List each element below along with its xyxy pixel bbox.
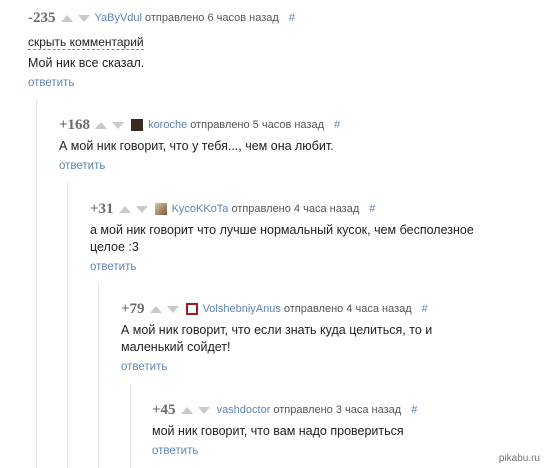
upvote-icon[interactable] — [149, 305, 162, 313]
upvote-icon[interactable] — [180, 406, 193, 414]
comment-score: -235 — [28, 9, 56, 26]
reply-link[interactable]: ответить — [59, 160, 539, 172]
permalink[interactable]: # — [334, 119, 340, 131]
comment-text: А мой ник говорит, что если знать куда ц… — [121, 323, 433, 354]
comment-text: А мой ник говорит, что у тебя..., чем он… — [59, 139, 334, 153]
comment: -235 YaByVdul отправлено 6 часов назад #… — [28, 9, 538, 89]
comment-header: +45 vashdoctor отправлено 3 часа назад # — [152, 401, 512, 419]
thread-line — [98, 283, 99, 468]
avatar-icon[interactable] — [185, 303, 198, 315]
upvote-icon[interactable] — [95, 121, 108, 129]
author-link[interactable]: vashdoctor — [217, 404, 271, 416]
comment: +45 vashdoctor отправлено 3 часа назад #… — [152, 401, 512, 458]
comment-score: +45 — [152, 401, 176, 418]
thread-line — [67, 183, 68, 468]
avatar-icon[interactable] — [154, 203, 167, 215]
downvote-icon[interactable] — [166, 305, 179, 313]
author-link[interactable]: koroche — [148, 119, 187, 131]
permalink[interactable]: # — [422, 303, 428, 315]
upvote-icon[interactable] — [118, 205, 131, 213]
comment: +168 koroche отправлено 5 часов назад # … — [59, 116, 539, 173]
upvote-icon[interactable] — [60, 14, 73, 22]
reply-link[interactable]: ответить — [90, 261, 490, 273]
hide-comment-link[interactable]: скрыть комментарий — [28, 35, 144, 50]
watermark: pikabu.ru — [498, 453, 540, 464]
downvote-icon[interactable] — [112, 121, 125, 129]
downvote-icon[interactable] — [77, 14, 90, 22]
comment-header: +168 koroche отправлено 5 часов назад # — [59, 116, 539, 134]
permalink[interactable]: # — [289, 12, 295, 24]
comment-time: отправлено 4 часа назад — [283, 303, 412, 315]
downvote-icon[interactable] — [135, 205, 148, 213]
comments-page: { "comments": [ {"score":"-235","author"… — [0, 0, 546, 468]
thread-line — [36, 100, 37, 468]
comment-header: -235 YaByVdul отправлено 6 часов назад # — [28, 9, 538, 27]
permalink[interactable]: # — [411, 404, 417, 416]
comment-time: отправлено 6 часов назад — [145, 12, 279, 24]
comment-score: +31 — [90, 200, 114, 217]
author-link[interactable]: VolshebniyAnus — [203, 303, 281, 315]
comment-time: отправлено 3 часа назад — [273, 404, 402, 416]
comment: +79 VolshebniyAnus отправлено 4 часа наз… — [121, 300, 481, 374]
comment-text: Мой ник все сказал. — [28, 56, 145, 70]
reply-link[interactable]: ответить — [152, 445, 512, 457]
reply-link[interactable]: ответить — [28, 77, 538, 89]
comment: +31 KycoKKoTa отправлено 4 часа назад # … — [90, 200, 490, 274]
comment-time: отправлено 5 часов назад — [190, 119, 324, 131]
downvote-icon[interactable] — [197, 406, 210, 414]
comment-text: мой ник говорит, что вам надо проверитьс… — [152, 424, 404, 438]
comment-time: отправлено 4 часа назад — [231, 203, 360, 215]
comment-score: +168 — [59, 116, 91, 133]
comment-score: +79 — [121, 300, 145, 317]
comment-text: а мой ник говорит что лучше нормальный к… — [90, 223, 474, 254]
comment-header: +31 KycoKKoTa отправлено 4 часа назад # — [90, 200, 490, 218]
permalink[interactable]: # — [369, 203, 375, 215]
author-link[interactable]: YaByVdul — [95, 12, 143, 24]
thread-line — [130, 384, 131, 468]
comment-header: +79 VolshebniyAnus отправлено 4 часа наз… — [121, 300, 481, 318]
reply-link[interactable]: ответить — [121, 361, 481, 373]
author-link[interactable]: KycoKKoTa — [172, 203, 229, 215]
avatar-icon[interactable] — [131, 119, 144, 131]
